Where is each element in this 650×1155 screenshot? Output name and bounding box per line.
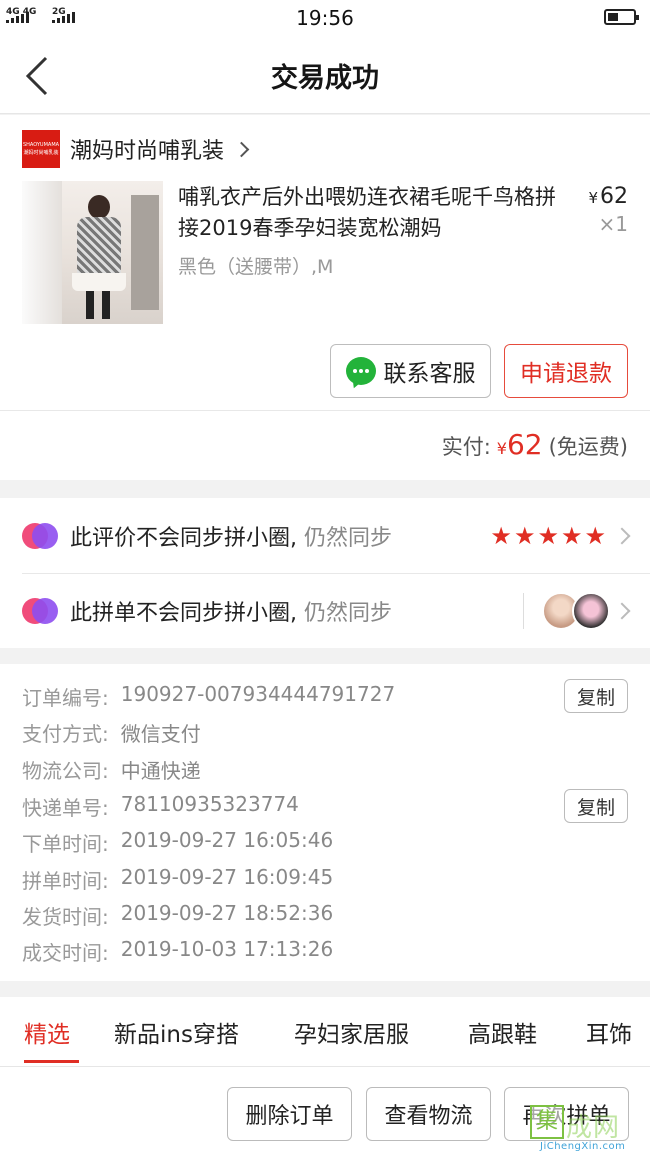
chevron-right-icon <box>233 141 250 157</box>
tab-new-ins[interactable]: 新品ins穿搭 <box>114 1015 239 1049</box>
divider <box>0 410 650 411</box>
paid-label: 实付: <box>441 435 491 459</box>
product-variant: 黑色（送腰带）,M <box>178 256 334 278</box>
sync-review-text: 此评价不会同步拼小圈, <box>70 526 297 551</box>
info-label: 物流公司: <box>22 759 109 783</box>
avatar <box>572 592 610 630</box>
sync-order-text: 此拼单不会同步拼小圈, <box>70 601 297 626</box>
tab-featured[interactable]: 精选 <box>24 1015 70 1049</box>
order-time-line: 下单时间: 2019-09-27 16:05:46 <box>22 828 333 857</box>
tab-earrings[interactable]: 耳饰 <box>586 1015 632 1049</box>
page-title: 交易成功 <box>271 63 379 94</box>
info-label: 成交时间: <box>22 941 109 965</box>
price-value: 62 <box>600 184 628 209</box>
pinxiaoquan-icon <box>22 598 58 624</box>
nav-header: 交易成功 <box>0 36 650 114</box>
logistics-company-line: 物流公司: 中通快递 <box>22 755 201 784</box>
shop-logo: SHAOYUMAMA 潮妈时尚哺乳装 <box>22 130 60 168</box>
sync-anyway-link[interactable]: 仍然同步 <box>297 526 392 551</box>
clock: 19:56 <box>296 6 354 30</box>
pinxiaoquan-icon <box>22 523 58 549</box>
info-label: 快递单号: <box>22 796 109 820</box>
shipping-note: (免运费) <box>548 435 628 459</box>
paid-amount: 62 <box>506 428 543 461</box>
battery-icon <box>604 9 639 25</box>
watermark-url: JiChengXin.com <box>540 1141 626 1152</box>
delete-order-button[interactable]: 删除订单 <box>227 1087 352 1141</box>
tab-maternity-home[interactable]: 孕妇家居服 <box>294 1015 409 1049</box>
shop-name: 潮妈时尚哺乳装 <box>70 139 225 164</box>
info-label: 支付方式: <box>22 722 109 746</box>
recommend-tabs: 精选 新品ins穿搭 孕妇家居服 高跟鞋 耳饰 <box>0 997 650 1067</box>
copy-tracking-number-button[interactable]: 复制 <box>564 789 628 823</box>
order-number: 190927-007934444791727 <box>120 682 396 706</box>
view-logistics-button[interactable]: 查看物流 <box>366 1087 491 1141</box>
chevron-right-icon <box>613 527 631 545</box>
copy-order-number-button[interactable]: 复制 <box>564 679 628 713</box>
contact-service-button[interactable]: 联系客服 <box>330 344 491 398</box>
group-time: 2019-09-27 16:09:45 <box>120 865 334 889</box>
tracking-number-line: 快递单号: 78110935323774 <box>22 792 299 821</box>
star-icon: ★ <box>584 522 606 550</box>
sync-review-row[interactable]: 此评价不会同步拼小圈, 仍然同步 ★ ★ ★ ★ ★ <box>0 499 650 573</box>
order-time: 2019-09-27 16:05:46 <box>120 828 334 852</box>
payment-summary: 实付: ¥ 62 (免运费) <box>442 428 628 461</box>
wechat-chat-icon <box>345 357 376 385</box>
star-icon: ★ <box>537 522 559 550</box>
info-label: 拼单时间: <box>22 869 109 893</box>
rating-stars: ★ ★ ★ ★ ★ <box>490 522 606 550</box>
sync-anyway-link[interactable]: 仍然同步 <box>297 601 392 626</box>
logistics-company: 中通快递 <box>120 759 201 783</box>
info-label: 发货时间: <box>22 905 109 929</box>
contact-service-label: 联系客服 <box>383 361 476 387</box>
watermark-text: 成网 <box>566 1113 621 1143</box>
order-info-section <box>0 664 650 981</box>
star-icon: ★ <box>560 522 583 550</box>
watermark-logo: 集 <box>530 1105 564 1139</box>
ship-time-line: 发货时间: 2019-09-27 18:52:36 <box>22 901 333 930</box>
deal-time: 2019-10-03 17:13:26 <box>120 937 334 961</box>
product-thumbnail[interactable] <box>22 181 163 324</box>
tracking-number: 78110935323774 <box>120 792 299 816</box>
info-label: 下单时间: <box>22 832 109 856</box>
shop-link[interactable]: SHAOYUMAMA 潮妈时尚哺乳装 潮妈时尚哺乳装 <box>22 130 250 168</box>
star-icon: ★ <box>490 522 512 550</box>
star-icon: ★ <box>513 522 536 550</box>
group-avatars <box>542 592 610 630</box>
status-bar: 4G 4G 2G 19:56 <box>0 0 650 36</box>
product-price: ¥62 <box>588 184 628 209</box>
tab-high-heels[interactable]: 高跟鞋 <box>468 1015 537 1049</box>
vertical-divider <box>523 593 524 629</box>
product-quantity: ×1 <box>598 212 628 236</box>
payment-method-line: 支付方式: 微信支付 <box>22 718 201 747</box>
watermark: 集 成网 JiChengXin.com <box>530 1105 648 1153</box>
active-tab-indicator <box>24 1060 79 1063</box>
paid-currency: ¥ <box>496 439 507 458</box>
currency-symbol: ¥ <box>588 189 598 207</box>
order-number-line: 订单编号: 190927-007934444791727 <box>22 682 395 711</box>
request-refund-button[interactable]: 申请退款 <box>504 344 628 398</box>
group-time-line: 拼单时间: 2019-09-27 16:09:45 <box>22 865 333 894</box>
sync-order-row[interactable]: 此拼单不会同步拼小圈, 仍然同步 <box>0 574 650 648</box>
info-label: 订单编号: <box>22 686 109 710</box>
product-name[interactable]: 哺乳衣产后外出喂奶连衣裙毛呢千鸟格拼接2019春季孕妇装宽松潮妈 <box>178 182 558 244</box>
chevron-right-icon <box>613 602 631 620</box>
payment-method: 微信支付 <box>120 722 201 746</box>
deal-time-line: 成交时间: 2019-10-03 17:13:26 <box>22 937 333 966</box>
ship-time: 2019-09-27 18:52:36 <box>120 901 334 925</box>
